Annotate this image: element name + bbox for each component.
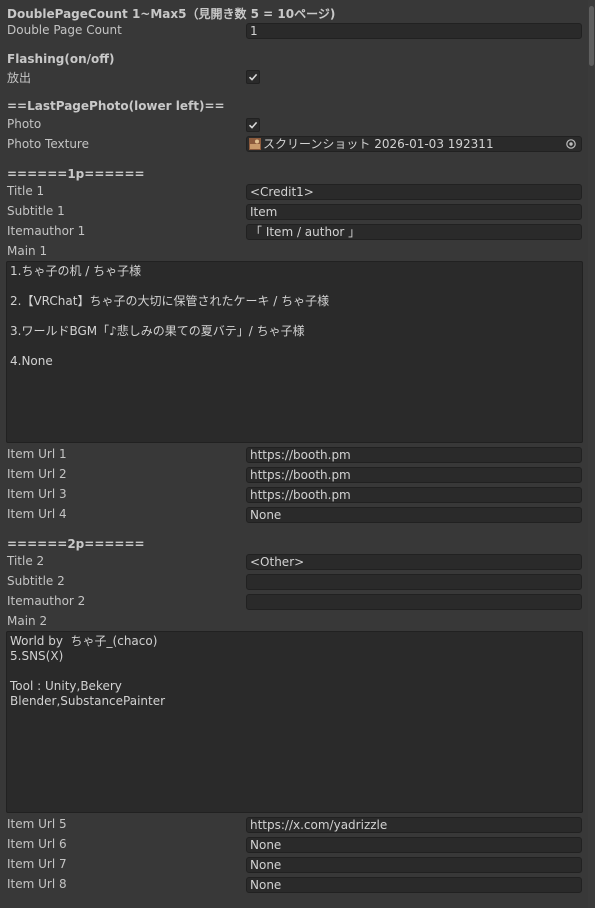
item-url-7-field[interactable]: None: [246, 857, 582, 873]
photo-texture-label: Photo Texture: [7, 137, 89, 151]
item-url-5-field[interactable]: https://x.com/yadrizzle: [246, 817, 582, 833]
section-header-page1: ======1p======: [7, 167, 145, 181]
itemauthor-2-field[interactable]: [246, 594, 582, 610]
vertical-scrollbar[interactable]: [588, 0, 595, 908]
item-url-3-label: Item Url 3: [7, 487, 67, 501]
flashing-label: 放出: [7, 71, 32, 85]
photo-checkbox[interactable]: [246, 118, 260, 132]
main-1-label: Main 1: [7, 244, 48, 258]
title-1-label: Title 1: [7, 184, 45, 198]
main-2-textarea[interactable]: World by ちゃ子_(chaco) 5.SNS(X) Tool : Uni…: [6, 631, 583, 813]
item-url-2-field[interactable]: https://booth.pm: [246, 467, 582, 483]
title-2-field[interactable]: <Other>: [246, 554, 582, 570]
double-page-count-field[interactable]: 1: [246, 23, 582, 39]
section-header-doublepage: DoublePageCount 1~Max5（見開き数 5 = 10ページ): [7, 7, 336, 21]
subtitle-2-label: Subtitle 2: [7, 574, 65, 588]
item-url-6-field[interactable]: None: [246, 837, 582, 853]
checkmark-icon: [248, 73, 258, 81]
flashing-checkbox[interactable]: [246, 70, 260, 84]
photo-label: Photo: [7, 117, 42, 131]
item-url-7-label: Item Url 7: [7, 857, 67, 871]
item-url-4-field[interactable]: None: [246, 507, 582, 523]
double-page-count-label: Double Page Count: [7, 23, 122, 37]
item-url-8-field[interactable]: None: [246, 877, 582, 893]
section-header-page2: ======2p======: [7, 537, 145, 551]
item-url-5-label: Item Url 5: [7, 817, 67, 831]
item-url-4-label: Item Url 4: [7, 507, 67, 521]
title-2-label: Title 2: [7, 554, 45, 568]
image-thumbnail-icon: [249, 138, 261, 150]
scrollbar-thumb[interactable]: [589, 6, 594, 66]
checkmark-icon: [248, 121, 258, 129]
subtitle-1-label: Subtitle 1: [7, 204, 65, 218]
item-url-3-field[interactable]: https://booth.pm: [246, 487, 582, 503]
itemauthor-2-label: Itemauthor 2: [7, 594, 86, 608]
title-1-field[interactable]: <Credit1>: [246, 184, 582, 200]
item-url-6-label: Item Url 6: [7, 837, 67, 851]
item-url-8-label: Item Url 8: [7, 877, 67, 891]
section-header-flashing: Flashing(on/off): [7, 52, 115, 66]
item-url-2-label: Item Url 2: [7, 467, 67, 481]
item-url-1-field[interactable]: https://booth.pm: [246, 447, 582, 463]
item-url-1-label: Item Url 1: [7, 447, 67, 461]
main-1-textarea[interactable]: 1.ちゃ子の机 / ちゃ子様 2.【VRChat】ちゃ子の大切に保管されたケーキ…: [6, 261, 583, 443]
itemauthor-1-label: Itemauthor 1: [7, 224, 86, 238]
photo-texture-field[interactable]: スクリーンショット 2026-01-03 192311: [246, 136, 582, 152]
subtitle-2-field[interactable]: [246, 574, 582, 590]
photo-texture-value: スクリーンショット 2026-01-03 192311: [263, 137, 494, 151]
itemauthor-1-field[interactable]: 「 Item / author 」: [246, 224, 582, 240]
subtitle-1-field[interactable]: Item: [246, 204, 582, 220]
main-2-label: Main 2: [7, 614, 48, 628]
object-picker-icon[interactable]: [565, 138, 577, 150]
section-header-lastpagephoto: ==LastPagePhoto(lower left)==: [7, 99, 225, 113]
